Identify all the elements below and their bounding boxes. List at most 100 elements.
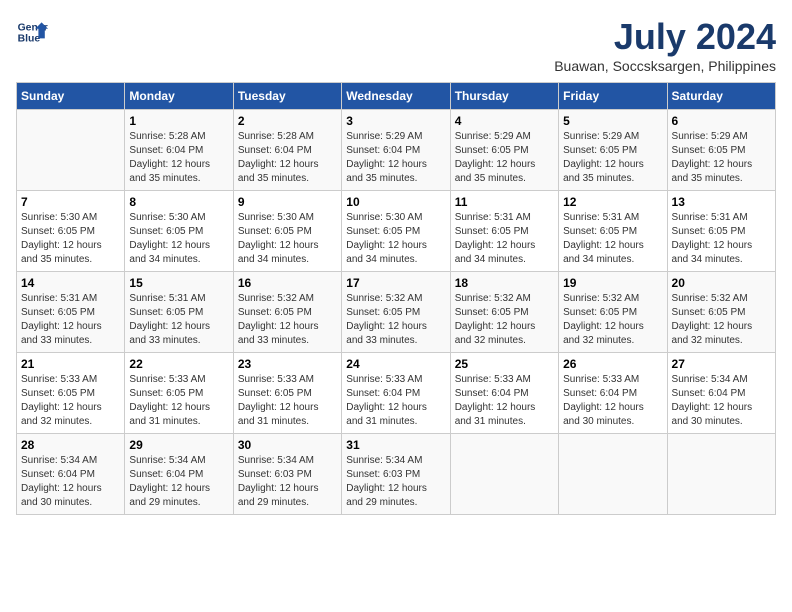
day-info: Sunrise: 5:32 AM Sunset: 6:05 PM Dayligh…	[455, 292, 554, 348]
day-info: Sunrise: 5:34 AM Sunset: 6:04 PM Dayligh…	[129, 454, 228, 510]
day-number: 22	[129, 357, 228, 371]
day-header-sunday: Sunday	[17, 83, 125, 110]
calendar-cell: 30 Sunrise: 5:34 AM Sunset: 6:03 PM Dayli…	[233, 434, 341, 515]
day-number: 30	[238, 438, 337, 452]
calendar-cell: 8 Sunrise: 5:30 AM Sunset: 6:05 PM Daylig…	[125, 191, 233, 272]
calendar-cell: 31 Sunrise: 5:34 AM Sunset: 6:03 PM Dayli…	[342, 434, 450, 515]
day-info: Sunrise: 5:32 AM Sunset: 6:05 PM Dayligh…	[238, 292, 337, 348]
day-info: Sunrise: 5:34 AM Sunset: 6:03 PM Dayligh…	[346, 454, 445, 510]
day-number: 5	[563, 114, 662, 128]
day-number: 12	[563, 195, 662, 209]
calendar-week-row: 7 Sunrise: 5:30 AM Sunset: 6:05 PM Daylig…	[17, 191, 776, 272]
day-number: 16	[238, 276, 337, 290]
day-info: Sunrise: 5:30 AM Sunset: 6:05 PM Dayligh…	[129, 211, 228, 267]
day-number: 10	[346, 195, 445, 209]
day-number: 13	[672, 195, 771, 209]
calendar-cell: 22 Sunrise: 5:33 AM Sunset: 6:05 PM Dayli…	[125, 353, 233, 434]
day-info: Sunrise: 5:34 AM Sunset: 6:03 PM Dayligh…	[238, 454, 337, 510]
day-info: Sunrise: 5:33 AM Sunset: 6:04 PM Dayligh…	[563, 373, 662, 429]
calendar-cell: 26 Sunrise: 5:33 AM Sunset: 6:04 PM Dayli…	[559, 353, 667, 434]
svg-text:Blue: Blue	[18, 34, 41, 45]
calendar-table: SundayMondayTuesdayWednesdayThursdayFrid…	[16, 82, 776, 515]
day-info: Sunrise: 5:29 AM Sunset: 6:05 PM Dayligh…	[563, 130, 662, 186]
day-header-wednesday: Wednesday	[342, 83, 450, 110]
day-info: Sunrise: 5:33 AM Sunset: 6:05 PM Dayligh…	[129, 373, 228, 429]
calendar-cell: 9Sunrise: 5:30 AM Sunset: 6:05 PM Daylig…	[233, 191, 341, 272]
day-number: 15	[129, 276, 228, 290]
day-info: Sunrise: 5:31 AM Sunset: 6:05 PM Dayligh…	[21, 292, 120, 348]
logo-icon: General Blue	[16, 16, 48, 48]
day-number: 3	[346, 114, 445, 128]
calendar-cell: 29Sunrise: 5:34 AM Sunset: 6:04 PM Dayli…	[125, 434, 233, 515]
day-number: 19	[563, 276, 662, 290]
day-number: 20	[672, 276, 771, 290]
day-header-friday: Friday	[559, 83, 667, 110]
day-number: 21	[21, 357, 120, 371]
calendar-cell: 11Sunrise: 5:31 AM Sunset: 6:05 PM Dayli…	[450, 191, 558, 272]
day-header-monday: Monday	[125, 83, 233, 110]
day-number: 8	[129, 195, 228, 209]
calendar-cell: 10 Sunrise: 5:30 AM Sunset: 6:05 PM Dayli…	[342, 191, 450, 272]
calendar-cell: 1 Sunrise: 5:28 AM Sunset: 6:04 PM Daylig…	[125, 110, 233, 191]
calendar-cell: 15Sunrise: 5:31 AM Sunset: 6:05 PM Dayli…	[125, 272, 233, 353]
day-number: 27	[672, 357, 771, 371]
calendar-cell: 2 Sunrise: 5:28 AM Sunset: 6:04 PM Daylig…	[233, 110, 341, 191]
day-info: Sunrise: 5:33 AM Sunset: 6:04 PM Dayligh…	[455, 373, 554, 429]
calendar-cell	[559, 434, 667, 515]
day-number: 1	[129, 114, 228, 128]
day-number: 31	[346, 438, 445, 452]
logo: General Blue	[16, 16, 48, 48]
day-number: 17	[346, 276, 445, 290]
day-info: Sunrise: 5:28 AM Sunset: 6:04 PM Dayligh…	[129, 130, 228, 186]
day-info: Sunrise: 5:30 AM Sunset: 6:05 PM Dayligh…	[346, 211, 445, 267]
calendar-week-row: 21 Sunrise: 5:33 AM Sunset: 6:05 PM Dayli…	[17, 353, 776, 434]
calendar-cell: 25 Sunrise: 5:33 AM Sunset: 6:04 PM Dayli…	[450, 353, 558, 434]
day-info: Sunrise: 5:29 AM Sunset: 6:04 PM Dayligh…	[346, 130, 445, 186]
day-info: Sunrise: 5:32 AM Sunset: 6:05 PM Dayligh…	[346, 292, 445, 348]
page-header: General Blue July 2024 Buawan, Soccsksar…	[16, 16, 776, 74]
calendar-week-row: 14 Sunrise: 5:31 AM Sunset: 6:05 PM Dayli…	[17, 272, 776, 353]
day-info: Sunrise: 5:30 AM Sunset: 6:05 PM Dayligh…	[21, 211, 120, 267]
day-number: 28	[21, 438, 120, 452]
calendar-cell: 6Sunrise: 5:29 AM Sunset: 6:05 PM Daylig…	[667, 110, 775, 191]
day-info: Sunrise: 5:33 AM Sunset: 6:04 PM Dayligh…	[346, 373, 445, 429]
calendar-cell: 5 Sunrise: 5:29 AM Sunset: 6:05 PM Daylig…	[559, 110, 667, 191]
day-header-tuesday: Tuesday	[233, 83, 341, 110]
day-number: 18	[455, 276, 554, 290]
calendar-week-row: 1 Sunrise: 5:28 AM Sunset: 6:04 PM Daylig…	[17, 110, 776, 191]
day-info: Sunrise: 5:28 AM Sunset: 6:04 PM Dayligh…	[238, 130, 337, 186]
day-info: Sunrise: 5:34 AM Sunset: 6:04 PM Dayligh…	[672, 373, 771, 429]
calendar-cell: 7 Sunrise: 5:30 AM Sunset: 6:05 PM Daylig…	[17, 191, 125, 272]
location-subtitle: Buawan, Soccsksargen, Philippines	[554, 58, 776, 74]
calendar-cell: 14 Sunrise: 5:31 AM Sunset: 6:05 PM Dayli…	[17, 272, 125, 353]
calendar-cell: 17 Sunrise: 5:32 AM Sunset: 6:05 PM Dayli…	[342, 272, 450, 353]
calendar-cell: 27 Sunrise: 5:34 AM Sunset: 6:04 PM Dayli…	[667, 353, 775, 434]
calendar-cell: 16 Sunrise: 5:32 AM Sunset: 6:05 PM Dayli…	[233, 272, 341, 353]
calendar-cell	[450, 434, 558, 515]
calendar-cell: 20 Sunrise: 5:32 AM Sunset: 6:05 PM Dayli…	[667, 272, 775, 353]
day-header-thursday: Thursday	[450, 83, 558, 110]
day-number: 2	[238, 114, 337, 128]
title-block: July 2024 Buawan, Soccsksargen, Philippi…	[554, 16, 776, 74]
day-info: Sunrise: 5:30 AM Sunset: 6:05 PM Dayligh…	[238, 211, 337, 267]
calendar-cell: 12Sunrise: 5:31 AM Sunset: 6:05 PM Dayli…	[559, 191, 667, 272]
day-header-saturday: Saturday	[667, 83, 775, 110]
day-number: 25	[455, 357, 554, 371]
day-number: 23	[238, 357, 337, 371]
calendar-cell: 4Sunrise: 5:29 AM Sunset: 6:05 PM Daylig…	[450, 110, 558, 191]
day-number: 6	[672, 114, 771, 128]
calendar-week-row: 28 Sunrise: 5:34 AM Sunset: 6:04 PM Dayli…	[17, 434, 776, 515]
day-number: 14	[21, 276, 120, 290]
day-info: Sunrise: 5:29 AM Sunset: 6:05 PM Dayligh…	[455, 130, 554, 186]
day-info: Sunrise: 5:31 AM Sunset: 6:05 PM Dayligh…	[672, 211, 771, 267]
day-info: Sunrise: 5:33 AM Sunset: 6:05 PM Dayligh…	[238, 373, 337, 429]
day-info: Sunrise: 5:33 AM Sunset: 6:05 PM Dayligh…	[21, 373, 120, 429]
day-number: 7	[21, 195, 120, 209]
calendar-cell: 24 Sunrise: 5:33 AM Sunset: 6:04 PM Dayli…	[342, 353, 450, 434]
day-info: Sunrise: 5:31 AM Sunset: 6:05 PM Dayligh…	[455, 211, 554, 267]
day-info: Sunrise: 5:32 AM Sunset: 6:05 PM Dayligh…	[672, 292, 771, 348]
day-number: 26	[563, 357, 662, 371]
calendar-cell: 3 Sunrise: 5:29 AM Sunset: 6:04 PM Daylig…	[342, 110, 450, 191]
day-number: 24	[346, 357, 445, 371]
day-info: Sunrise: 5:32 AM Sunset: 6:05 PM Dayligh…	[563, 292, 662, 348]
